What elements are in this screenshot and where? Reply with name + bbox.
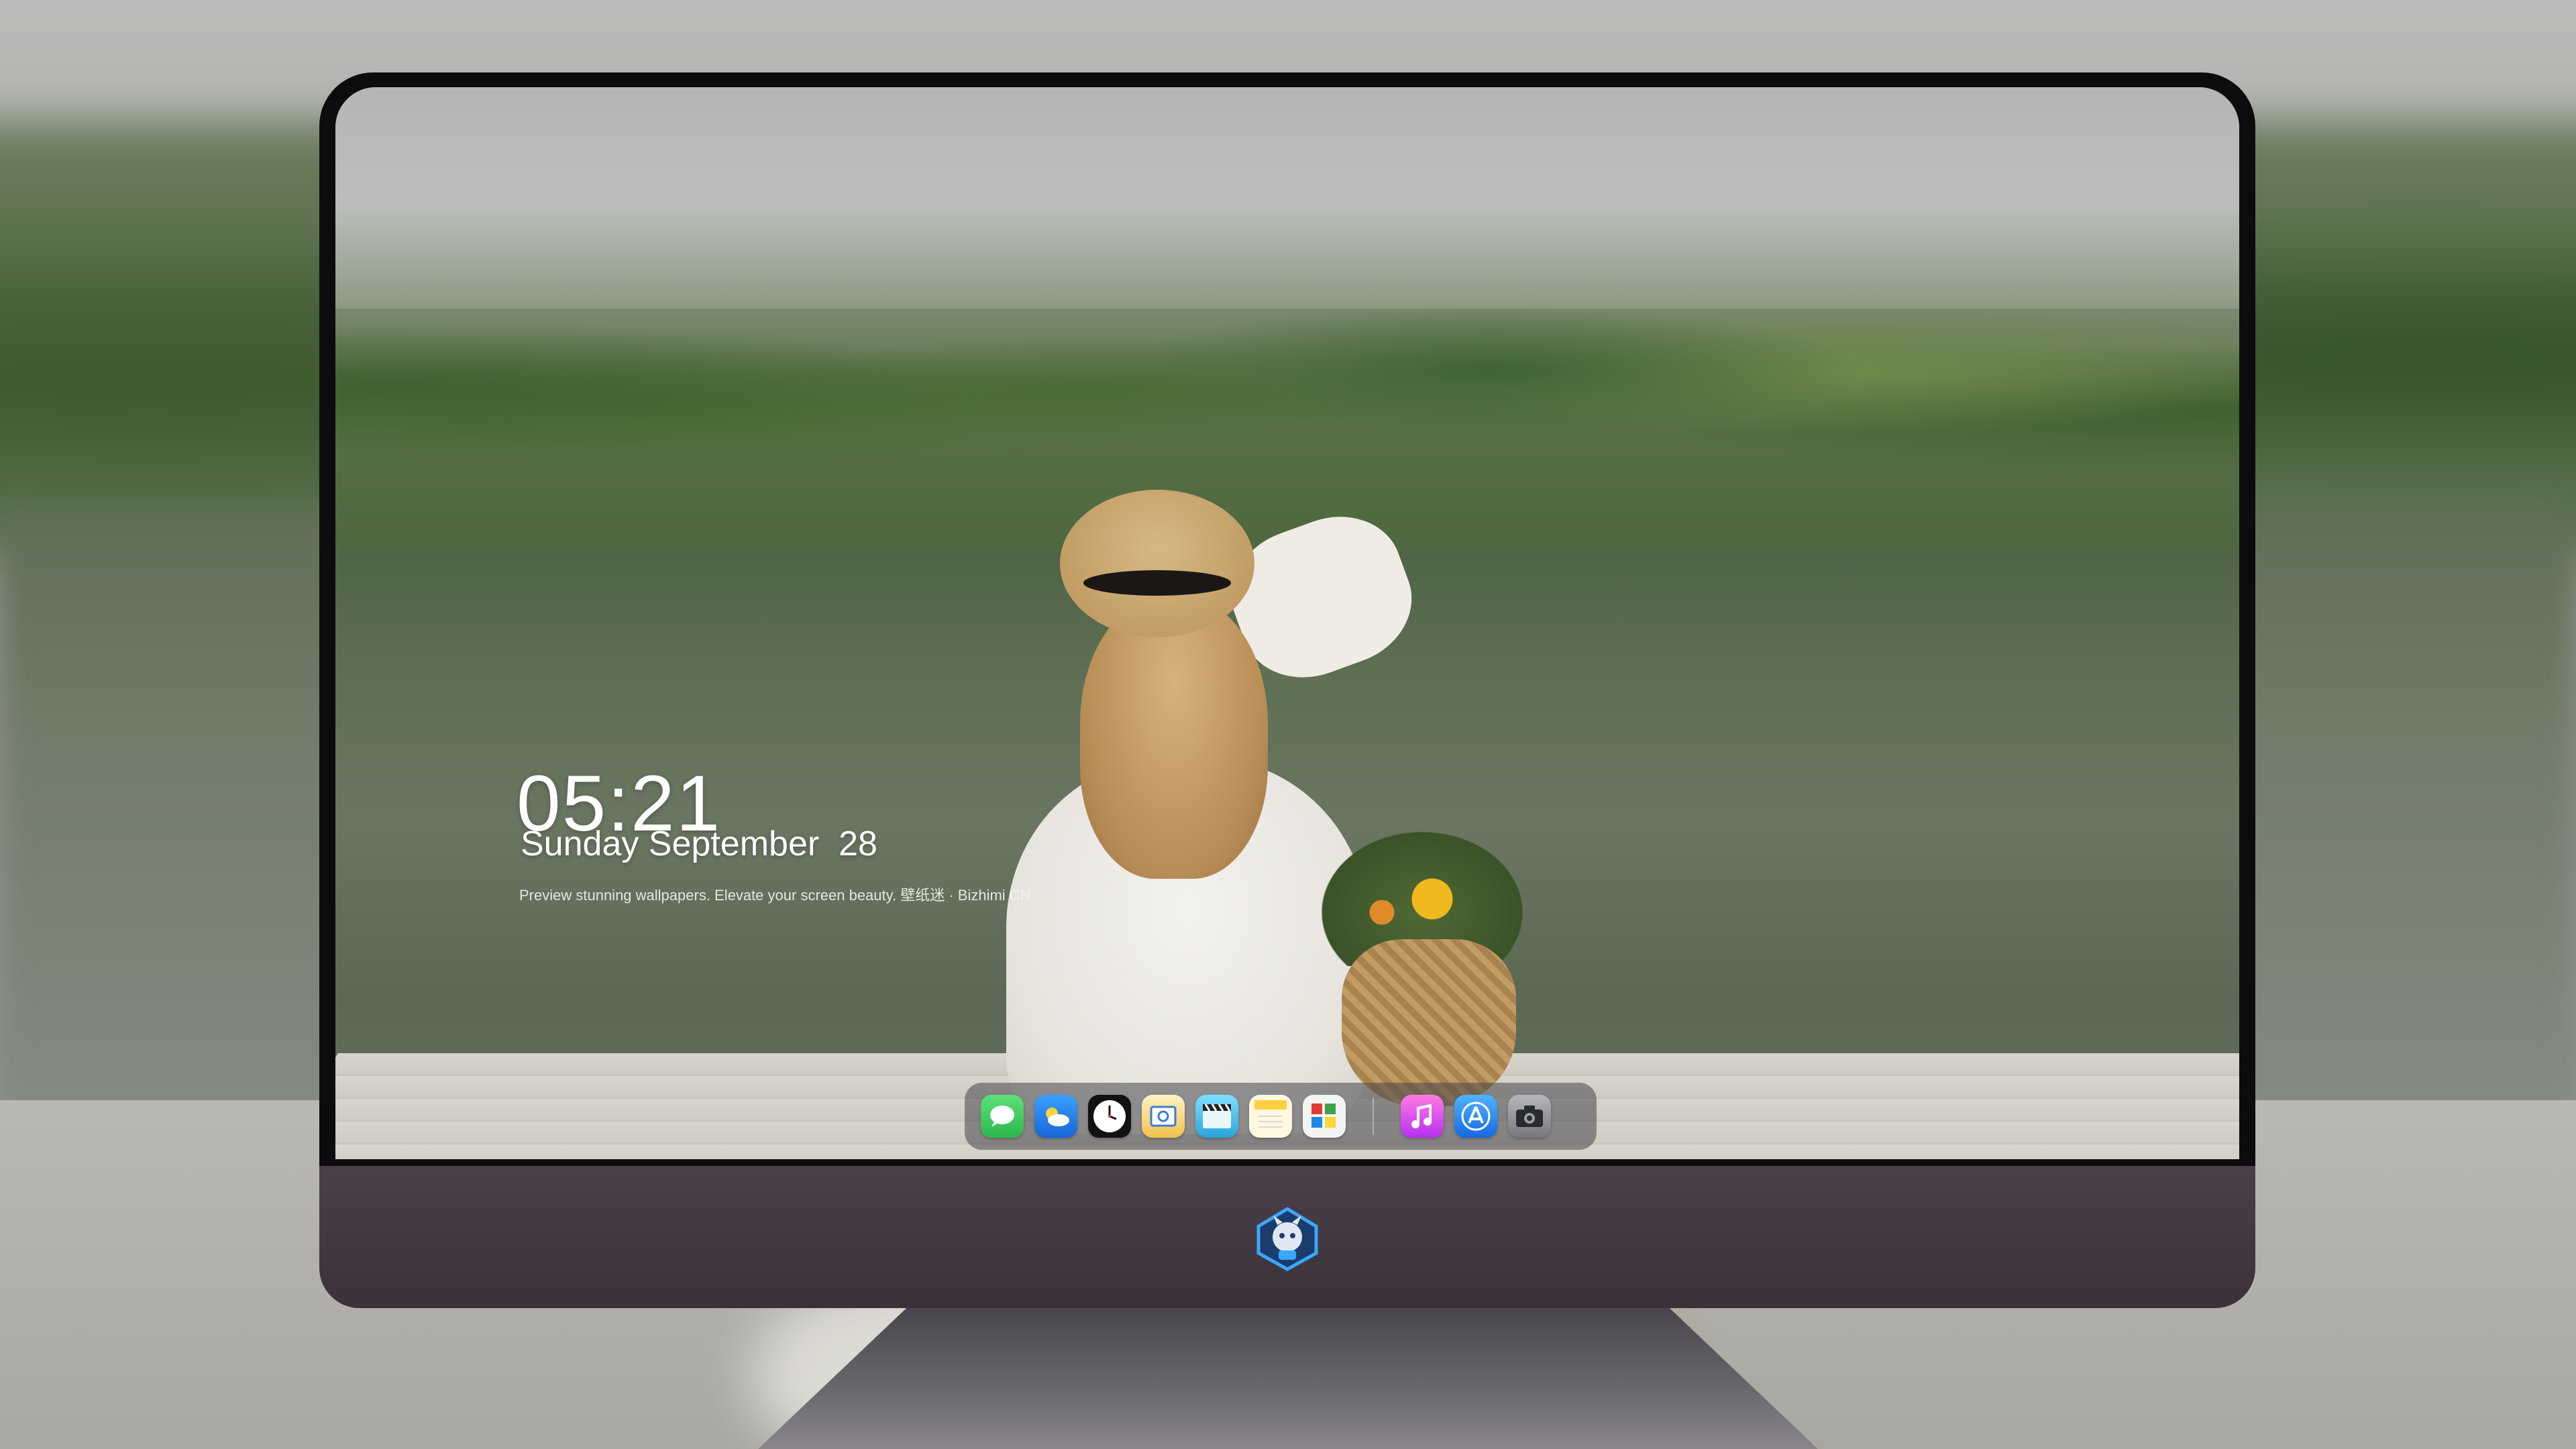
wallpaper-caption: Preview stunning wallpapers. Elevate you… <box>519 887 1031 904</box>
brand-logo-icon <box>1254 1206 1320 1272</box>
monitor-bezel: 05:21 Sunday September 28 Preview stunni… <box>319 72 2255 1166</box>
wallpaper-hatband <box>1083 570 1231 596</box>
wallpaper-trees <box>335 201 2239 577</box>
wallpaper <box>335 87 2239 1159</box>
monitor-chin <box>319 1166 2255 1308</box>
wallpaper-basket <box>1342 939 1516 1107</box>
dock <box>965 1083 1597 1150</box>
imac-monitor: 05:21 Sunday September 28 Preview stunni… <box>319 72 2255 1308</box>
wallpaper-hat <box>1060 490 1254 637</box>
clock-icon[interactable] <box>1088 1095 1131 1138</box>
video-icon[interactable] <box>1195 1095 1238 1138</box>
weather-icon[interactable] <box>1034 1095 1077 1138</box>
messages-icon[interactable] <box>981 1095 1024 1138</box>
dock-separator <box>1373 1097 1374 1135</box>
monitor-stand <box>758 1308 1818 1449</box>
app-store-icon[interactable] <box>1454 1095 1497 1138</box>
photos-icon[interactable] <box>1303 1095 1346 1138</box>
camera-icon[interactable] <box>1508 1095 1551 1138</box>
music-icon[interactable] <box>1401 1095 1444 1138</box>
lock-screen[interactable]: 05:21 Sunday September 28 Preview stunni… <box>335 87 2239 1159</box>
wallpaper-hair <box>1080 597 1268 879</box>
preview-icon[interactable] <box>1142 1095 1185 1138</box>
notes-icon[interactable] <box>1249 1095 1292 1138</box>
lock-date: Sunday September 28 <box>521 824 877 863</box>
